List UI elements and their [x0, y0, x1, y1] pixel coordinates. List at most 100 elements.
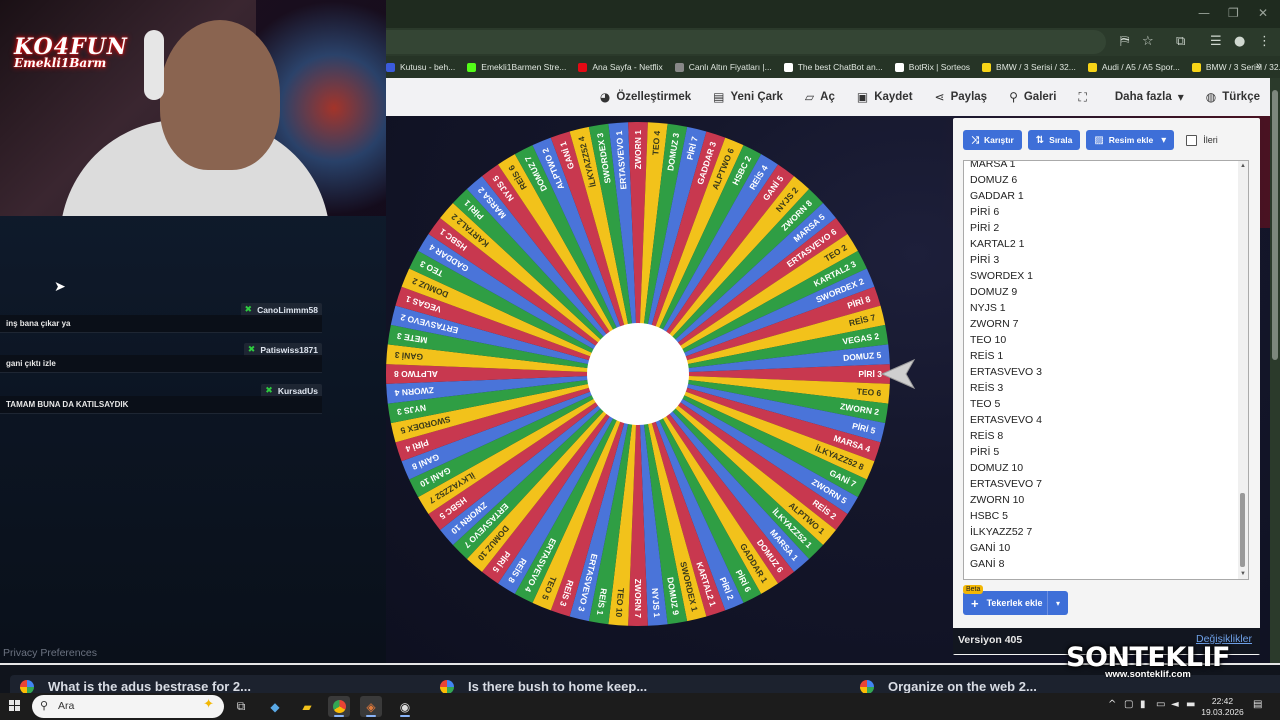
save-icon: ▣ — [856, 90, 869, 104]
shuffle-button[interactable]: ⤨ Karıştır — [963, 130, 1022, 150]
bookmark-item[interactable]: Canlı Altın Fiyatları |... — [674, 62, 772, 72]
favicon-icon — [674, 62, 684, 72]
task-view-icon[interactable]: ⧉ — [230, 696, 252, 717]
privacy-preferences-link[interactable]: Privacy Preferences — [3, 647, 97, 659]
sponsor-watermark: SONTEKLIF www.sonteklif.com — [1048, 642, 1248, 680]
sort-button[interactable]: ⇅ Sırala — [1027, 130, 1081, 150]
wheel-slice-label: PİRİ 3 — [858, 369, 882, 379]
open-button[interactable]: ▱ Aç — [805, 90, 835, 104]
wheel-center-hub[interactable] — [587, 323, 689, 425]
bookmark-item[interactable]: The best ChatBot an... — [783, 62, 883, 72]
webcam-feed: KO4FUN Emekli1Barm — [0, 0, 386, 216]
bookmark-item[interactable]: Kutusu - beh... — [386, 62, 455, 72]
add-image-button[interactable]: ▨ Resim ekle ▾ — [1086, 130, 1175, 150]
restore-icon[interactable]: ❐ — [1228, 6, 1239, 20]
google-icon — [860, 680, 874, 694]
checkbox-box[interactable] — [1186, 134, 1198, 146]
bookmark-item[interactable]: Audi / A5 / A5 Spor... — [1087, 62, 1180, 72]
customize-button[interactable]: ◕ Özelleştirmek — [600, 90, 691, 104]
file-explorer-icon[interactable]: ▰ — [296, 696, 318, 717]
new-wheel-button[interactable]: ▤ Yeni Çark — [713, 90, 783, 104]
bookmark-item[interactable]: Ana Sayfa - Netflix — [578, 62, 663, 72]
url-field[interactable] — [386, 30, 1106, 54]
entry-line: GANİ 8 — [970, 558, 1005, 570]
entry-line: NYJS 1 — [970, 302, 1006, 314]
favicon-icon — [783, 62, 793, 72]
favicon-icon — [467, 62, 477, 72]
close-icon[interactable]: ✕ — [1258, 6, 1268, 20]
system-clock[interactable]: 22:42 19.03.2026 — [1200, 696, 1245, 718]
bookmark-item[interactable]: BotRix | Sorteos — [894, 62, 970, 72]
chat-text: inş bana çıkar ya — [0, 315, 322, 333]
windows-start-icon[interactable] — [9, 700, 21, 712]
bookmark-item[interactable]: BMW / 3 Serisi / 32... — [982, 62, 1076, 72]
media-icon[interactable]: ☰ — [1210, 34, 1222, 49]
game-app-icon[interactable]: ◈ — [360, 696, 382, 717]
fullscreen-button[interactable]: ⛶ — [1078, 90, 1092, 105]
taskbar-search[interactable]: ⚲ Ara ✦ — [32, 695, 224, 718]
minimize-icon[interactable]: — — [1198, 6, 1210, 20]
network-icon[interactable]: ▭ — [1156, 699, 1165, 710]
add-wheel-button[interactable]: + Tekerlek ekle ▾ — [963, 591, 1068, 615]
wheel-slice-label: ZWORN 1 — [633, 130, 643, 169]
entries-panel: ⤨ Karıştır ⇅ Sırala ▨ Resim ekle ▾ İleri MAR… — [953, 118, 1260, 655]
file-icon: ▤ — [713, 90, 725, 104]
tray-app-icon[interactable]: ▢ — [1124, 699, 1133, 710]
tray-overflow-icon[interactable]: ^ — [1108, 699, 1116, 710]
globe-icon: ◍ — [1205, 90, 1217, 104]
favicon-icon — [894, 62, 904, 72]
scroll-up-icon[interactable]: ▲ — [1240, 163, 1246, 169]
volume-icon[interactable]: ◄ — [1171, 699, 1179, 710]
entry-line: ZWORN 10 — [970, 494, 1025, 506]
entries-scrollbar[interactable]: ▲ ▼ — [1238, 161, 1248, 579]
address-bar-row: ⛿ ☆ ⧉ ☰ ● ⋮ — [386, 28, 1280, 56]
bookmark-item[interactable]: Emekli1Barmen Stre... — [467, 62, 566, 72]
translate-icon[interactable]: ⛿ — [1120, 34, 1129, 49]
bookmark-star-icon[interactable]: ☆ — [1142, 34, 1154, 49]
entry-line: KARTAL2 1 — [970, 238, 1025, 250]
entry-line: REİS 8 — [970, 430, 1004, 442]
windows-taskbar: ⚲ Ara ✦ ⧉ ◆ ▰ ◈ ◉ ^ ▢ ▮ ▭ ◄ ▬ 22:42 19.0… — [0, 693, 1280, 720]
microphone-icon[interactable]: ▮ — [1140, 699, 1146, 710]
menu-icon[interactable]: ⋮ — [1258, 34, 1271, 49]
page-scrollbar-thumb[interactable] — [1272, 90, 1278, 360]
advanced-checkbox[interactable]: İleri — [1186, 134, 1218, 146]
save-button[interactable]: ▣ Kaydet — [857, 90, 913, 104]
clock-time: 22:42 — [1211, 696, 1234, 706]
entry-line: PİRİ 5 — [970, 446, 1000, 458]
chevron-down-icon: ▾ — [1161, 134, 1167, 146]
share-button[interactable]: ⋖ Paylaş — [935, 90, 988, 104]
wheel-slice-label: TEO 6 — [856, 386, 882, 398]
bookmark-item[interactable]: BMW / 3 Serisi / 32... — [1191, 62, 1280, 72]
more-menu-button[interactable]: Daha fazla ▾ — [1115, 90, 1184, 104]
entry-line: İLKYAZZ52 7 — [970, 526, 1033, 538]
wheel-slice-label: ZWORN 7 — [633, 579, 643, 618]
fullscreen-icon: ⛶ — [1078, 89, 1087, 104]
notifications-icon[interactable]: ▤ — [1253, 699, 1262, 710]
chrome-icon[interactable] — [328, 696, 350, 717]
extensions-icon[interactable]: ⧉ — [1176, 34, 1185, 49]
language-button[interactable]: ◍ Türkçe — [1206, 90, 1260, 104]
chevron-down-icon[interactable]: ▾ — [1047, 591, 1068, 615]
battery-icon[interactable]: ▬ — [1186, 699, 1195, 710]
spin-wheel[interactable]: PİRİ 3TEO 6ZWORN 2PİRİ 5MARSA 4İLKYAZZ52… — [386, 116, 906, 636]
browser-titlebar: — ❐ ✕ — [386, 0, 1280, 28]
obs-icon[interactable]: ◉ — [394, 696, 416, 717]
app-icon[interactable]: ◆ — [264, 696, 286, 717]
search-icon: ⚲ — [1009, 90, 1018, 104]
entry-line: ZWORN 7 — [970, 318, 1019, 330]
gallery-button[interactable]: ⚲ Galeri — [1009, 90, 1056, 104]
beta-badge: Beta — [963, 585, 984, 594]
page-scrollbar[interactable] — [1270, 78, 1280, 663]
bookmarks-overflow-icon[interactable]: » — [1256, 60, 1262, 72]
entry-line: TEO 10 — [970, 334, 1007, 346]
scroll-down-icon[interactable]: ▼ — [1240, 571, 1246, 577]
favicon-icon — [578, 62, 588, 72]
entries-textarea[interactable]: MARSA 1 DOMUZ 6 GADDAR 1 PİRİ 6 PİRİ 2 KARTAL… — [963, 160, 1249, 580]
entry-line: PİRİ 2 — [970, 222, 1000, 234]
entry-line: ERTASVEVO 7 — [970, 478, 1042, 490]
chat-text: TAMAM BUNA DA KATILSAYDIK — [0, 396, 322, 414]
entries-scrollbar-thumb[interactable] — [1240, 493, 1245, 567]
entry-line: DOMUZ 10 — [970, 462, 1024, 474]
profile-avatar-icon[interactable]: ● — [1234, 34, 1245, 49]
